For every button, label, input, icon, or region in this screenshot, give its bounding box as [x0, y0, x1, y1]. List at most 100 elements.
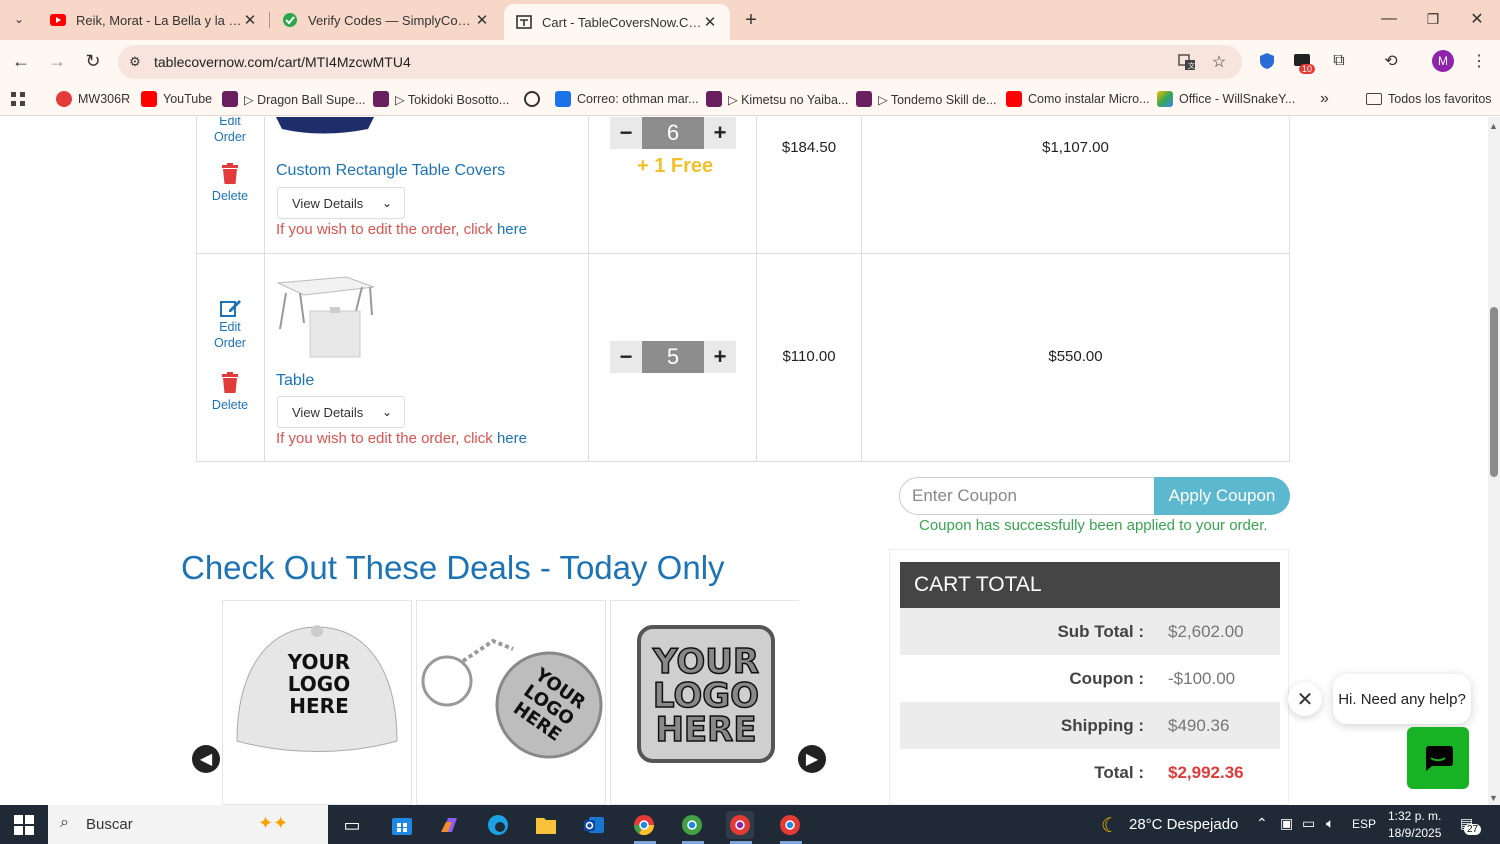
- extensions-puzzle-icon[interactable]: ⧉: [1328, 50, 1350, 72]
- tab-title: Cart - TableCoversNow.Com: [542, 14, 702, 30]
- bookmark-item[interactable]: ▷ Tokidoki Bosotto...: [373, 90, 509, 108]
- all-bookmarks-folder[interactable]: Todos los favoritos: [1366, 90, 1492, 108]
- edit-here-link[interactable]: here: [497, 430, 527, 447]
- bookmark-item[interactable]: Office - WillSnakeY...: [1157, 90, 1295, 108]
- delete-button[interactable]: Delete: [200, 398, 260, 412]
- shipping-row: Shipping : $490.36: [900, 702, 1280, 749]
- unit-price: $184.50: [781, 139, 837, 156]
- quantity-value[interactable]: 6: [642, 117, 704, 149]
- chat-launcher-button[interactable]: [1407, 727, 1469, 789]
- bookmark-item[interactable]: YouTube: [141, 90, 212, 108]
- close-tab-icon[interactable]: ✕: [242, 11, 258, 29]
- increase-qty-button[interactable]: +: [704, 341, 736, 373]
- decrease-qty-button[interactable]: −: [610, 341, 642, 373]
- apps-grid-icon[interactable]: [10, 90, 26, 108]
- close-tab-icon[interactable]: ✕: [474, 11, 490, 29]
- chrome-icon[interactable]: [630, 811, 658, 839]
- tray-app-icon[interactable]: ▣: [1280, 815, 1293, 832]
- total-row: Total : $2,992.36: [1094, 762, 1244, 782]
- scrollbar-thumb[interactable]: [1490, 307, 1498, 477]
- carousel-next-icon[interactable]: ▶: [798, 745, 826, 773]
- globe-icon[interactable]: [524, 90, 546, 108]
- minimize-icon[interactable]: —: [1374, 6, 1404, 32]
- edit-order-button[interactable]: Edit Order: [200, 319, 260, 351]
- extension-shield-icon[interactable]: [1256, 50, 1278, 72]
- deal-card[interactable]: YOUR LOGO HERE: [610, 600, 799, 805]
- language-indicator[interactable]: ESP: [1352, 817, 1376, 831]
- close-tab-icon[interactable]: ✕: [702, 13, 718, 31]
- tab-simplycodes[interactable]: Verify Codes — SimplyCodes ✕: [270, 0, 502, 40]
- more-bookmarks-icon[interactable]: »: [1320, 90, 1329, 108]
- weather-moon-icon[interactable]: ☾: [1096, 811, 1124, 839]
- product-name[interactable]: Table: [276, 372, 314, 390]
- close-window-icon[interactable]: ✕: [1462, 6, 1492, 32]
- windows-taskbar: ⌕ Buscar ✦✦ ▭ ☾ 28°C Despejado ⌃ ▣ ▭ 🔈︎ ES…: [0, 805, 1500, 844]
- translate-icon[interactable]: 文: [1176, 51, 1198, 73]
- chat-close-icon[interactable]: ✕: [1288, 682, 1322, 716]
- volume-icon[interactable]: 🔈︎: [1326, 815, 1334, 832]
- url-text[interactable]: tablecovernow.com/cart/MTI4MzcwMTU4: [154, 54, 411, 70]
- reload-icon[interactable]: ↻: [80, 48, 106, 74]
- decrease-qty-button[interactable]: −: [610, 117, 642, 149]
- address-bar[interactable]: ⚙ tablecovernow.com/cart/MTI4MzcwMTU4 文 …: [118, 45, 1242, 79]
- view-details-dropdown[interactable]: View Details ⌄: [277, 187, 405, 219]
- chat-greeting[interactable]: Hi. Need any help?: [1333, 674, 1471, 724]
- apply-coupon-button[interactable]: Apply Coupon: [1154, 477, 1290, 515]
- file-explorer-icon[interactable]: [532, 811, 560, 839]
- free-item-badge: + 1 Free: [637, 155, 714, 177]
- forward-icon[interactable]: →: [44, 48, 70, 74]
- edit-here-link[interactable]: here: [497, 221, 527, 238]
- profile-avatar[interactable]: M: [1432, 50, 1454, 72]
- view-details-dropdown[interactable]: View Details ⌄: [277, 396, 405, 428]
- tab-search-icon[interactable]: ⌄: [8, 8, 30, 30]
- edge-icon[interactable]: [484, 811, 512, 839]
- tab-cart[interactable]: Cart - TableCoversNow.Com ✕: [504, 4, 730, 40]
- network-icon[interactable]: ▭: [1302, 815, 1315, 832]
- clock-time[interactable]: 1:32 p. m.: [1388, 809, 1441, 823]
- edit-order-button[interactable]: Edit Order: [200, 117, 260, 145]
- trash-icon[interactable]: [220, 372, 240, 399]
- quantity-stepper[interactable]: − 6 +: [610, 117, 736, 149]
- chrome-icon[interactable]: [678, 811, 706, 839]
- copilot-icon[interactable]: [436, 811, 464, 839]
- product-name[interactable]: Custom Rectangle Table Covers: [276, 162, 505, 180]
- site-info-icon[interactable]: ⚙: [126, 53, 144, 71]
- subtotal-row: Sub Total : $2,602.00: [900, 608, 1280, 655]
- bookmark-item[interactable]: Como instalar Micro...: [1006, 90, 1150, 108]
- chrome-icon[interactable]: [726, 811, 754, 839]
- deal-card[interactable]: YOUR LOGO HERE: [416, 600, 606, 805]
- delete-button[interactable]: Delete: [200, 189, 260, 203]
- clock-date[interactable]: 18/9/2025: [1388, 826, 1441, 840]
- bookmark-item[interactable]: ▷ Tondemo Skill de...: [856, 90, 996, 108]
- tab-youtube[interactable]: Reik, Morat - La Bella y la Bestia ✕: [38, 0, 270, 40]
- carousel-prev-icon[interactable]: ◀: [192, 745, 220, 773]
- chrome-icon[interactable]: [776, 811, 804, 839]
- back-icon[interactable]: ←: [8, 48, 34, 74]
- deal-card[interactable]: YOUR LOGO HERE: [222, 600, 412, 805]
- bookmark-item[interactable]: MW306R: [56, 90, 130, 108]
- trash-icon[interactable]: [220, 163, 240, 190]
- coupon-input[interactable]: Enter Coupon: [899, 477, 1155, 515]
- outlook-icon[interactable]: [580, 811, 608, 839]
- task-view-icon[interactable]: ▭: [338, 811, 366, 839]
- restore-icon[interactable]: ❐: [1418, 6, 1448, 32]
- scroll-up-icon: ▲: [1489, 121, 1498, 131]
- page-scrollbar[interactable]: ▲ ▼: [1488, 117, 1500, 805]
- bookmark-item[interactable]: ▷ Kimetsu no Yaiba...: [706, 90, 848, 108]
- bookmark-star-icon[interactable]: ☆: [1208, 51, 1230, 73]
- windows-start-icon[interactable]: [10, 811, 38, 839]
- increase-qty-button[interactable]: +: [704, 117, 736, 149]
- history-icon[interactable]: ⟲: [1380, 50, 1402, 72]
- new-tab-icon[interactable]: +: [740, 9, 762, 31]
- menu-kebab-icon[interactable]: ⋮: [1468, 50, 1490, 72]
- bookmark-item[interactable]: Correo: othman mar...: [555, 90, 699, 108]
- line-total: $1,107.00: [1042, 139, 1109, 156]
- edit-order-note: If you wish to edit the order, click her…: [276, 430, 527, 447]
- store-icon[interactable]: [388, 811, 416, 839]
- quantity-stepper[interactable]: − 5 +: [610, 341, 736, 373]
- tray-chevron-icon[interactable]: ⌃: [1256, 815, 1268, 832]
- weather-text[interactable]: 28°C Despejado: [1129, 816, 1238, 833]
- bookmark-item[interactable]: ▷ Dragon Ball Supe...: [222, 90, 365, 108]
- quantity-value[interactable]: 5: [642, 341, 704, 373]
- taskbar-search[interactable]: ⌕ Buscar ✦✦: [48, 805, 328, 844]
